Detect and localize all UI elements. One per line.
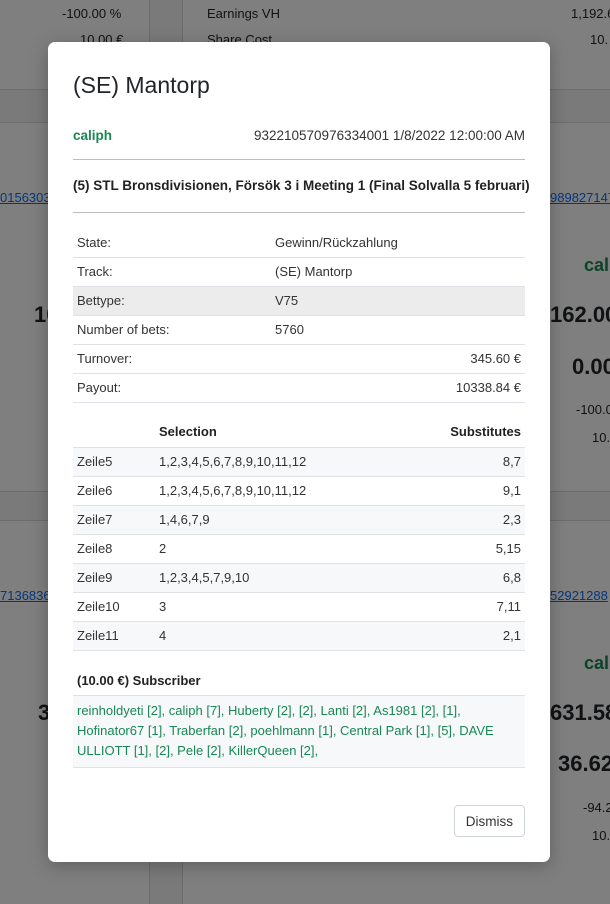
header-substitutes: Substitutes — [400, 417, 525, 448]
subscriber-list: reinholdyeti [2], caliph [7], Huberty [2… — [73, 696, 525, 768]
info-label: Number of bets: — [73, 315, 271, 345]
row-substitutes: 6,8 — [400, 563, 525, 593]
info-value: V75 — [271, 286, 525, 316]
row-substitutes: 7,11 — [400, 592, 525, 622]
divider — [73, 212, 525, 213]
header-selection: Selection — [155, 417, 401, 448]
subscriber-title: (10.00 €) Subscriber — [77, 673, 201, 688]
info-label: Track: — [73, 257, 271, 287]
bet-info-table: State: Gewinn/Rückzahlung Track: (SE) Ma… — [73, 228, 525, 403]
row-label: Zeile10 — [73, 592, 155, 622]
info-value: 5760 — [271, 315, 525, 345]
row-selection: 2 — [155, 534, 401, 564]
bet-id-date: 932210570976334001 1/8/2022 12:00:00 AM — [253, 127, 525, 143]
race-title: (5) STL Bronsdivisionen, Försök 3 i Meet… — [73, 178, 530, 193]
selection-header-row: Selection Substitutes — [73, 417, 525, 448]
row-selection: 1,2,3,4,5,6,7,8,9,10,11,12 — [155, 476, 401, 506]
bet-user: caliph — [73, 127, 113, 143]
info-row-bettype: Bettype: V75 — [73, 286, 525, 316]
info-label: Bettype: — [73, 286, 271, 316]
row-substitutes: 9,1 — [400, 476, 525, 506]
row-label: Zeile7 — [73, 505, 155, 535]
info-value: 345.60 € — [271, 344, 525, 374]
row-selection: 3 — [155, 592, 401, 622]
row-substitutes: 2,1 — [400, 621, 525, 651]
info-row-number-of-bets: Number of bets: 5760 — [73, 315, 525, 345]
row-selection: 4 — [155, 621, 401, 651]
divider — [73, 159, 525, 160]
table-row: Zeile5 1,2,3,4,5,6,7,8,9,10,11,12 8,7 — [73, 447, 525, 477]
row-label: Zeile6 — [73, 476, 155, 506]
row-selection: 1,4,6,7,9 — [155, 505, 401, 535]
dismiss-button[interactable]: Dismiss — [453, 805, 525, 837]
info-row-track: Track: (SE) Mantorp — [73, 257, 525, 287]
selection-table: Selection Substitutes Zeile5 1,2,3,4,5,6… — [73, 417, 525, 651]
row-selection: 1,2,3,4,5,7,9,10 — [155, 563, 401, 593]
row-label: Zeile11 — [73, 621, 155, 651]
table-row: Zeile9 1,2,3,4,5,7,9,10 6,8 — [73, 563, 525, 593]
header-row-label — [73, 417, 155, 448]
table-row: Zeile10 3 7,11 — [73, 592, 525, 622]
table-row: Zeile11 4 2,1 — [73, 621, 525, 651]
table-row: Zeile7 1,4,6,7,9 2,3 — [73, 505, 525, 535]
table-row: Zeile6 1,2,3,4,5,6,7,8,9,10,11,12 9,1 — [73, 476, 525, 506]
info-value: (SE) Mantorp — [271, 257, 525, 287]
table-row: Zeile8 2 5,15 — [73, 534, 525, 564]
bet-details-modal: (SE) Mantorp caliph 932210570976334001 1… — [48, 42, 550, 862]
row-substitutes: 5,15 — [400, 534, 525, 564]
row-label: Zeile9 — [73, 563, 155, 593]
info-value: Gewinn/Rückzahlung — [271, 228, 525, 258]
info-row-state: State: Gewinn/Rückzahlung — [73, 228, 525, 258]
row-substitutes: 8,7 — [400, 447, 525, 477]
info-label: State: — [73, 228, 271, 258]
info-value: 10338.84 € — [271, 373, 525, 403]
row-substitutes: 2,3 — [400, 505, 525, 535]
info-label: Payout: — [73, 373, 271, 403]
row-label: Zeile8 — [73, 534, 155, 564]
row-selection: 1,2,3,4,5,6,7,8,9,10,11,12 — [155, 447, 401, 477]
info-label: Turnover: — [73, 344, 271, 374]
info-row-payout: Payout: 10338.84 € — [73, 373, 525, 403]
info-row-turnover: Turnover: 345.60 € — [73, 344, 525, 374]
modal-title: (SE) Mantorp — [73, 72, 210, 98]
bet-meta-row: caliph 932210570976334001 1/8/2022 12:00… — [73, 125, 525, 145]
row-label: Zeile5 — [73, 447, 155, 477]
